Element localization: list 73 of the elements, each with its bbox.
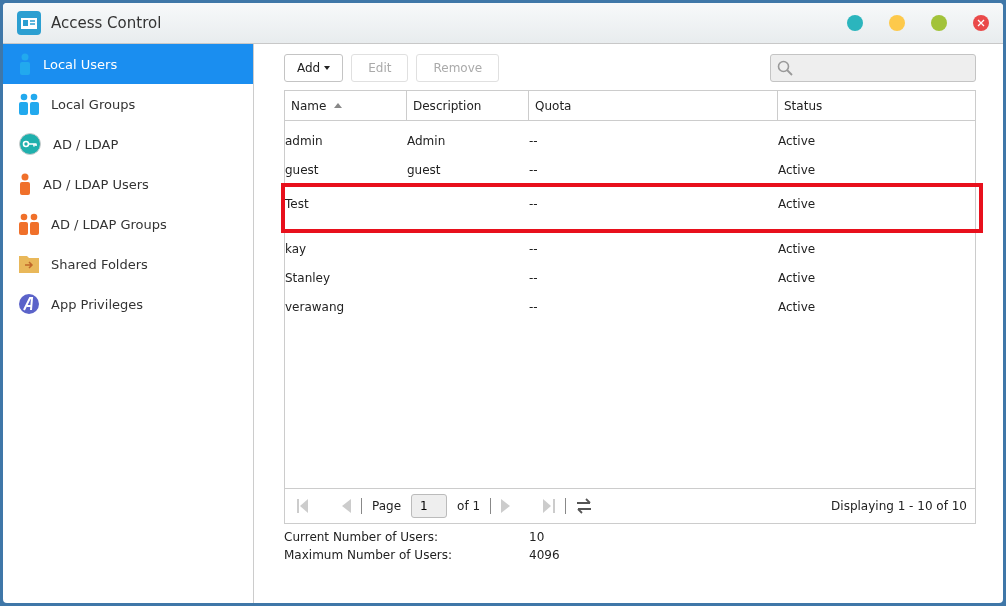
next-page-icon[interactable] <box>501 499 512 513</box>
table-cell: Active <box>778 197 816 211</box>
toolbar-button[interactable]: Add <box>284 54 344 82</box>
sidebar-item-label: AD / LDAP <box>53 136 119 152</box>
refresh-icon[interactable] <box>576 498 593 514</box>
table-cell: Stanley <box>285 271 331 285</box>
table-cell: admin <box>285 134 323 148</box>
first-page-icon[interactable] <box>297 499 309 513</box>
summary-value: 10 <box>529 530 546 544</box>
page-label: Page <box>372 499 402 513</box>
window-control-button[interactable] <box>847 15 863 31</box>
people-icon <box>19 93 39 115</box>
table-cell: Active <box>778 163 816 177</box>
key-icon <box>19 133 41 155</box>
window-control-button[interactable] <box>931 15 947 31</box>
table-cell: -- <box>529 134 538 148</box>
table-cell: Active <box>778 271 816 285</box>
table-cell: Admin <box>407 134 446 148</box>
page-field[interactable]: 1 <box>411 494 448 518</box>
sidebar-item[interactable]: App Privileges <box>3 284 253 324</box>
sidebar-item[interactable]: AD / LDAP Groups <box>3 204 253 244</box>
table-cell: verawang <box>285 300 345 314</box>
column-header[interactable]: Name <box>285 91 407 120</box>
last-page-icon[interactable] <box>543 499 556 513</box>
highlighted-table-row[interactable]: Test -- Active <box>281 183 983 233</box>
table-row[interactable]: verawang -- Active <box>281 291 983 320</box>
sidebar-item-label: Shared Folders <box>51 256 148 272</box>
id-card-icon <box>17 11 41 35</box>
table-row[interactable]: guest guest -- Active <box>281 154 983 183</box>
sidebar-item[interactable]: Local Groups <box>3 84 253 124</box>
folder-icon <box>19 255 39 273</box>
previous-page-icon[interactable] <box>341 499 351 513</box>
person-icon <box>19 173 31 195</box>
sidebar-item-label: App Privileges <box>51 296 144 312</box>
sidebar-item-label: AD / LDAP Users <box>43 176 149 192</box>
person-icon <box>19 53 31 75</box>
summary-value: 4096 <box>529 548 561 562</box>
column-header[interactable]: Quota <box>529 91 778 120</box>
sidebar-item[interactable]: AD / LDAP Users <box>3 164 253 204</box>
column-header[interactable]: Status <box>778 91 975 120</box>
table-cell: guest <box>407 163 441 177</box>
table-cell: kay <box>285 242 307 256</box>
sidebar-item[interactable]: AD / LDAP <box>3 124 253 164</box>
summary-label: Current Number of Users: <box>284 530 439 544</box>
sidebar-item-label: AD / LDAP Groups <box>51 216 167 232</box>
window-control-button[interactable] <box>889 15 905 31</box>
close-icon <box>977 19 985 27</box>
table-cell: -- <box>529 242 538 256</box>
column-header[interactable]: Description <box>407 91 529 120</box>
people-icon <box>19 213 39 235</box>
table-cell: Active <box>778 300 816 314</box>
table-cell: Test <box>285 197 309 211</box>
table-row[interactable]: Stanley -- Active <box>281 262 983 291</box>
table-row[interactable]: kay -- Active <box>281 233 983 262</box>
display-count: Displaying 1 - 10 of 10 <box>831 499 967 513</box>
table-cell: Active <box>778 134 816 148</box>
close-button[interactable] <box>973 15 989 31</box>
table-cell: -- <box>529 197 538 211</box>
sidebar-item-label: Local Groups <box>51 96 136 112</box>
summary-label: Maximum Number of Users: <box>284 548 453 562</box>
sidebar-item-label: Local Users <box>43 56 118 72</box>
table-cell: guest <box>285 163 319 177</box>
table-cell: -- <box>529 300 538 314</box>
page-count: of 1 <box>457 499 481 513</box>
search-icon <box>777 60 793 76</box>
table-cell: -- <box>529 163 538 177</box>
table-row[interactable]: admin Admin -- Active <box>281 125 983 154</box>
table-cell: Active <box>778 242 816 256</box>
table-cell: -- <box>529 271 538 285</box>
sidebar-item[interactable]: Shared Folders <box>3 244 253 284</box>
search-field[interactable] <box>770 54 976 82</box>
window-title: Access Control <box>51 14 163 32</box>
app-icon <box>19 294 39 314</box>
